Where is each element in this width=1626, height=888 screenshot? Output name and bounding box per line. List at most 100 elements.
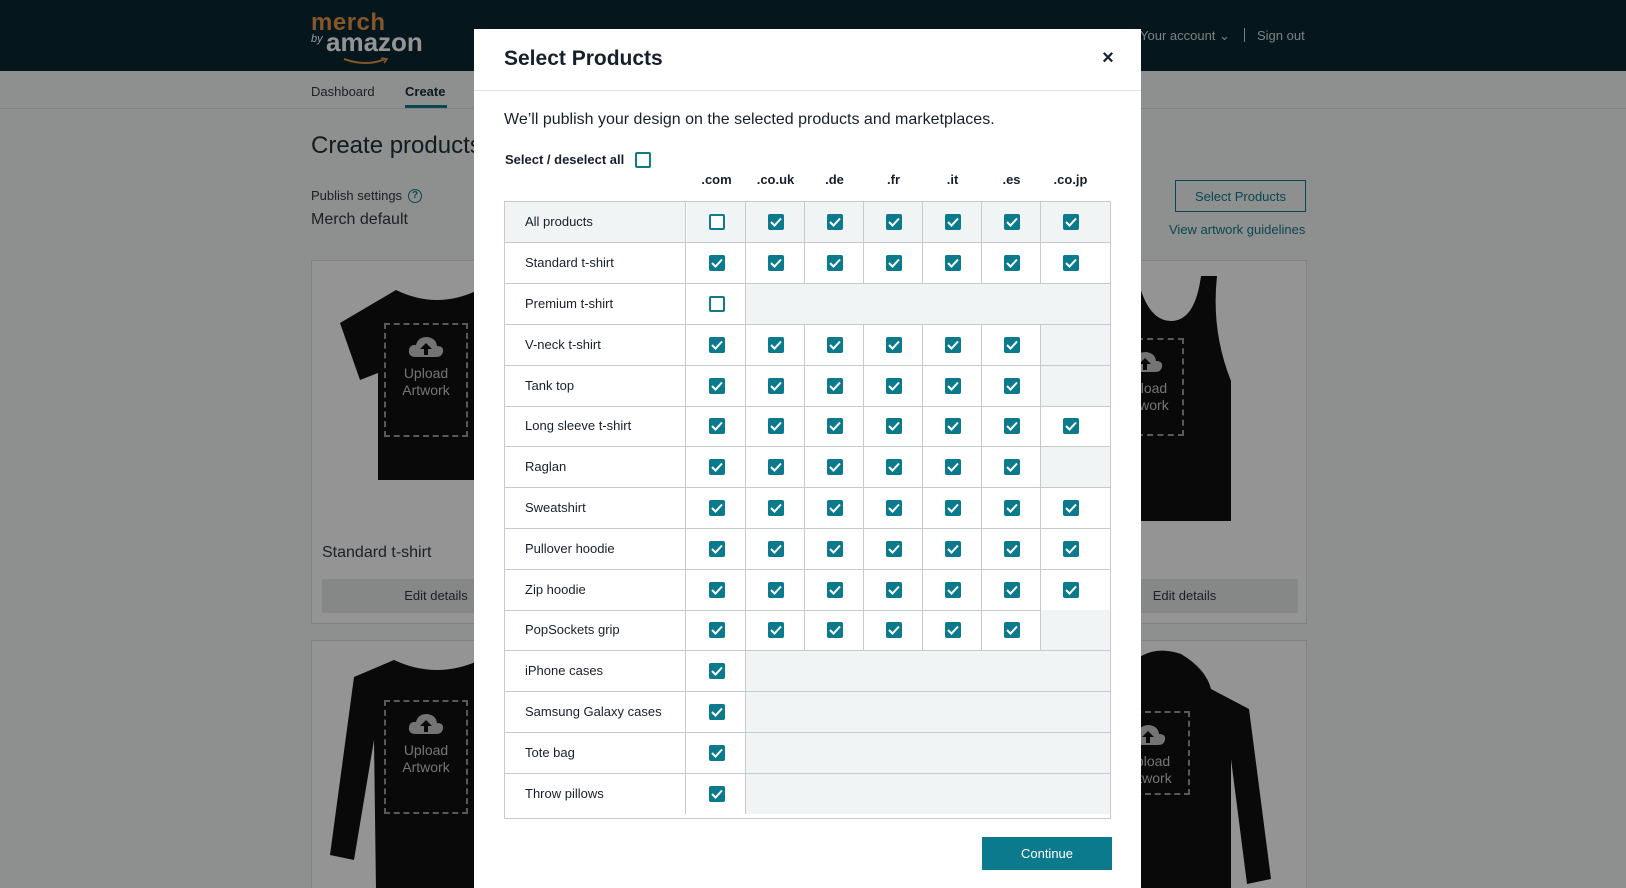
checkmark-icon: [770, 258, 782, 268]
product-checkbox[interactable]: [886, 214, 902, 230]
checkmark-icon: [1065, 421, 1077, 431]
product-checkbox[interactable]: [827, 378, 843, 394]
product-checkbox[interactable]: [709, 459, 725, 475]
product-checkbox[interactable]: [1004, 500, 1020, 516]
product-checkbox[interactable]: [945, 500, 961, 516]
checkmark-icon: [947, 340, 959, 350]
product-checkbox[interactable]: [709, 418, 725, 434]
product-checkbox[interactable]: [768, 500, 784, 516]
continue-button[interactable]: Continue: [982, 837, 1112, 870]
marketplace-cell: [864, 406, 923, 446]
checkmark-icon: [1006, 258, 1018, 268]
marketplace-cell: [746, 610, 805, 650]
checkmark-icon: [711, 421, 723, 431]
product-checkbox[interactable]: [886, 337, 902, 353]
product-checkbox[interactable]: [1004, 459, 1020, 475]
product-checkbox[interactable]: [1063, 541, 1079, 557]
product-checkbox[interactable]: [768, 622, 784, 638]
select-all-checkbox[interactable]: [635, 152, 651, 168]
product-checkbox[interactable]: [709, 296, 725, 312]
product-checkbox[interactable]: [827, 500, 843, 516]
product-checkbox[interactable]: [886, 255, 902, 271]
checkmark-icon: [711, 707, 723, 717]
checkmark-icon: [770, 625, 782, 635]
product-checkbox[interactable]: [1063, 214, 1079, 230]
product-checkbox[interactable]: [886, 582, 902, 598]
product-checkbox[interactable]: [1004, 541, 1020, 557]
product-checkbox[interactable]: [1063, 418, 1079, 434]
product-checkbox[interactable]: [945, 378, 961, 394]
product-checkbox[interactable]: [709, 378, 725, 394]
product-checkbox[interactable]: [768, 378, 784, 394]
marketplace-cell: [805, 529, 864, 569]
marketplace-cell: [1041, 488, 1110, 528]
product-checkbox[interactable]: [768, 582, 784, 598]
product-checkbox[interactable]: [1004, 622, 1020, 638]
product-checkbox[interactable]: [1063, 255, 1079, 271]
select-all-label[interactable]: Select / deselect all: [505, 152, 624, 167]
product-checkbox[interactable]: [886, 378, 902, 394]
product-checkbox[interactable]: [886, 622, 902, 638]
product-checkbox[interactable]: [945, 214, 961, 230]
product-checkbox[interactable]: [1063, 500, 1079, 516]
marketplace-cell: [923, 406, 982, 446]
product-checkbox[interactable]: [768, 541, 784, 557]
product-label: All products: [505, 202, 686, 242]
checkmark-icon: [1006, 544, 1018, 554]
product-checkbox[interactable]: [768, 459, 784, 475]
product-checkbox[interactable]: [945, 459, 961, 475]
product-checkbox[interactable]: [1004, 214, 1020, 230]
product-checkbox[interactable]: [709, 541, 725, 557]
checkmark-icon: [1006, 421, 1018, 431]
product-checkbox[interactable]: [709, 337, 725, 353]
product-row: PopSockets grip: [505, 610, 1110, 651]
product-checkbox[interactable]: [827, 255, 843, 271]
marketplace-cell: [687, 406, 746, 446]
close-icon[interactable]: ×: [1096, 46, 1120, 70]
product-checkbox[interactable]: [827, 582, 843, 598]
product-checkbox[interactable]: [945, 622, 961, 638]
product-checkbox[interactable]: [768, 255, 784, 271]
product-checkbox[interactable]: [886, 500, 902, 516]
product-checkbox[interactable]: [945, 418, 961, 434]
checkmark-icon: [770, 421, 782, 431]
product-checkbox[interactable]: [709, 582, 725, 598]
product-row: Tank top: [505, 366, 1110, 407]
product-checkbox[interactable]: [827, 541, 843, 557]
product-checkbox[interactable]: [827, 214, 843, 230]
product-checkbox[interactable]: [1004, 378, 1020, 394]
product-checkbox[interactable]: [886, 418, 902, 434]
checkmark-icon: [1006, 217, 1018, 227]
product-checkbox[interactable]: [709, 704, 725, 720]
product-checkbox[interactable]: [709, 214, 725, 230]
product-checkbox[interactable]: [768, 418, 784, 434]
product-checkbox[interactable]: [945, 337, 961, 353]
product-checkbox[interactable]: [945, 255, 961, 271]
product-checkbox[interactable]: [1004, 337, 1020, 353]
product-checkbox[interactable]: [709, 786, 725, 802]
product-checkbox[interactable]: [827, 418, 843, 434]
product-checkbox[interactable]: [827, 459, 843, 475]
marketplace-cell: [982, 570, 1041, 610]
product-checkbox[interactable]: [709, 663, 725, 679]
product-checkbox[interactable]: [709, 255, 725, 271]
product-checkbox[interactable]: [1063, 582, 1079, 598]
product-checkbox[interactable]: [945, 582, 961, 598]
product-checkbox[interactable]: [768, 337, 784, 353]
checkmark-icon: [829, 421, 841, 431]
product-checkbox[interactable]: [709, 622, 725, 638]
product-checkbox[interactable]: [827, 622, 843, 638]
product-checkbox[interactable]: [886, 459, 902, 475]
product-checkbox[interactable]: [1004, 418, 1020, 434]
product-checkbox[interactable]: [945, 541, 961, 557]
product-checkbox[interactable]: [768, 214, 784, 230]
checkmark-icon: [1065, 585, 1077, 595]
product-checkbox[interactable]: [827, 337, 843, 353]
product-checkbox[interactable]: [709, 500, 725, 516]
marketplace-cell: [687, 651, 746, 691]
product-checkbox[interactable]: [709, 745, 725, 761]
product-checkbox[interactable]: [1004, 255, 1020, 271]
product-row: V-neck t-shirt: [505, 325, 1110, 366]
product-checkbox[interactable]: [886, 541, 902, 557]
product-checkbox[interactable]: [1004, 582, 1020, 598]
